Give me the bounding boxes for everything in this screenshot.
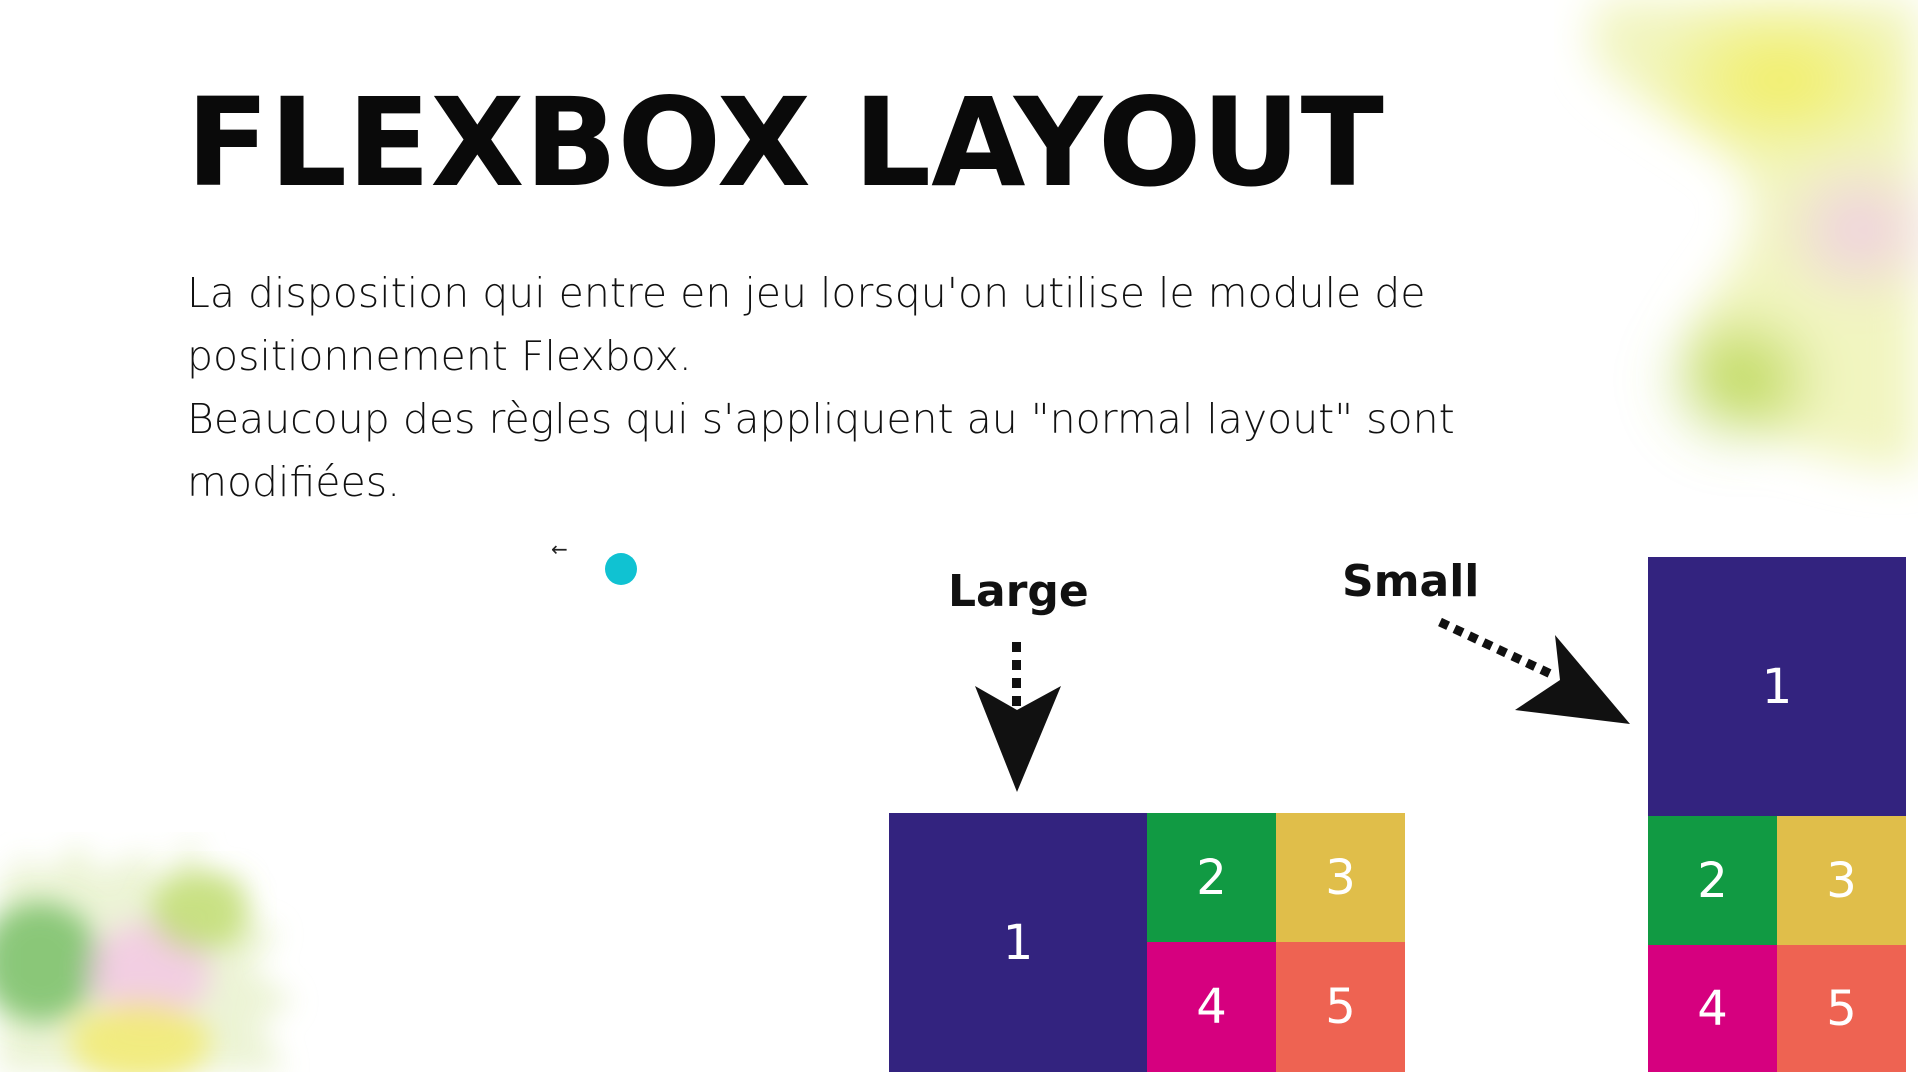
- small-arrow-icon: [1438, 617, 1630, 724]
- large-arrow-icon: [975, 642, 1061, 792]
- large-item-2: 2: [1147, 813, 1276, 942]
- small-item-2: 2: [1648, 816, 1777, 945]
- large-item-4: 4: [1147, 942, 1276, 1072]
- large-item-3: 3: [1276, 813, 1405, 942]
- small-item-3: 3: [1777, 816, 1906, 945]
- small-item-5: 5: [1777, 945, 1906, 1072]
- large-item-5: 5: [1276, 942, 1405, 1072]
- small-item-4: 4: [1648, 945, 1777, 1072]
- large-item-1: 1: [889, 813, 1147, 1072]
- small-item-1: 1: [1648, 557, 1906, 816]
